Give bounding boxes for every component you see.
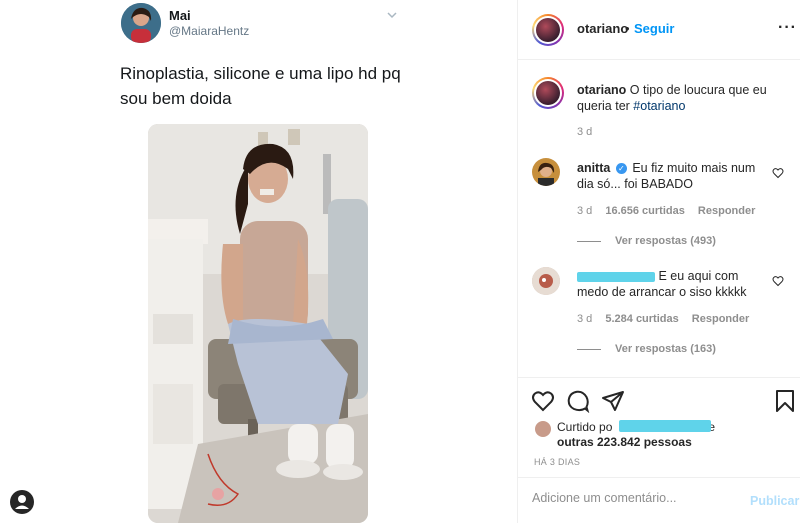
tweet-avatar: [121, 3, 161, 43]
tweet-photo: [148, 124, 368, 523]
post-detail-panel: otariano • Seguir ··· otariano O tipo de…: [518, 0, 800, 523]
comment-text: E eu aqui com medo de arrancar o siso kk…: [577, 268, 773, 300]
caption-time[interactable]: 3 d: [577, 126, 592, 138]
reply-button[interactable]: Responder: [698, 205, 755, 217]
liked-by-prefix: Curtido po: [557, 420, 613, 434]
liker-avatar[interactable]: [535, 421, 551, 437]
bookmark-icon[interactable]: [773, 389, 797, 413]
heart-icon[interactable]: [531, 389, 555, 413]
chevron-down-icon[interactable]: [386, 10, 398, 20]
tweet-author-handle[interactable]: @MaiaraHentz: [169, 24, 249, 38]
view-replies-button[interactable]: Ver respostas (163): [577, 343, 716, 355]
verified-icon: ✓: [615, 163, 627, 175]
view-replies-label: Ver respostas (493): [615, 235, 716, 247]
liked-by-others[interactable]: outras 223.842 pessoas: [557, 435, 692, 449]
divider: [518, 477, 800, 478]
comment-avatar[interactable]: [532, 158, 560, 186]
redacted-username: [577, 271, 655, 282]
comment-username[interactable]: anitta: [577, 161, 610, 175]
author-avatar[interactable]: [532, 14, 564, 46]
tweet-author-name[interactable]: Mai: [169, 8, 191, 23]
comment-avatar[interactable]: [532, 267, 560, 295]
comment-time[interactable]: 3 d: [577, 205, 592, 217]
comment-likes[interactable]: 5.284 curtidas: [605, 313, 678, 325]
caption-username[interactable]: otariano: [577, 83, 626, 97]
comment-likes[interactable]: 16.656 curtidas: [605, 205, 685, 217]
caption-avatar[interactable]: [532, 77, 564, 109]
author-username[interactable]: otariano: [577, 21, 628, 36]
separator-dot: •: [625, 21, 630, 36]
follow-button[interactable]: Seguir: [634, 21, 674, 36]
tweet-text: Rinoplastia, silicone e uma lipo hd pq s…: [120, 64, 401, 108]
comment-icon[interactable]: [566, 389, 590, 413]
view-replies-label: Ver respostas (163): [615, 343, 716, 355]
caption-hashtag[interactable]: #otariano: [633, 99, 685, 113]
user-icon[interactable]: [10, 490, 34, 514]
post-time[interactable]: HÁ 3 DIAS: [534, 457, 580, 467]
share-icon[interactable]: [601, 389, 625, 413]
comment-text: anitta ✓ Eu fiz muito mais num dia só...…: [577, 160, 773, 192]
post-media-area: Mai @MaiaraHentz Rinoplastia, silicone e…: [0, 0, 518, 523]
comment-input[interactable]: [532, 488, 732, 508]
heart-icon[interactable]: [772, 167, 784, 179]
comment-time[interactable]: 3 d: [577, 313, 592, 325]
reply-button[interactable]: Responder: [692, 313, 749, 325]
comment-meta: 3 d 16.656 curtidas Responder: [577, 205, 765, 217]
redacted-liker: [619, 420, 711, 432]
comment-meta: 3 d 5.284 curtidas Responder: [577, 313, 759, 325]
post-caption: otariano O tipo de loucura que eu queria…: [577, 82, 787, 114]
heart-icon[interactable]: [772, 275, 784, 287]
publish-button[interactable]: Publicar: [750, 494, 799, 508]
view-replies-button[interactable]: Ver respostas (493): [577, 235, 716, 247]
post-header: otariano • Seguir ···: [518, 0, 800, 60]
more-icon[interactable]: ···: [778, 19, 797, 37]
divider: [518, 377, 800, 378]
